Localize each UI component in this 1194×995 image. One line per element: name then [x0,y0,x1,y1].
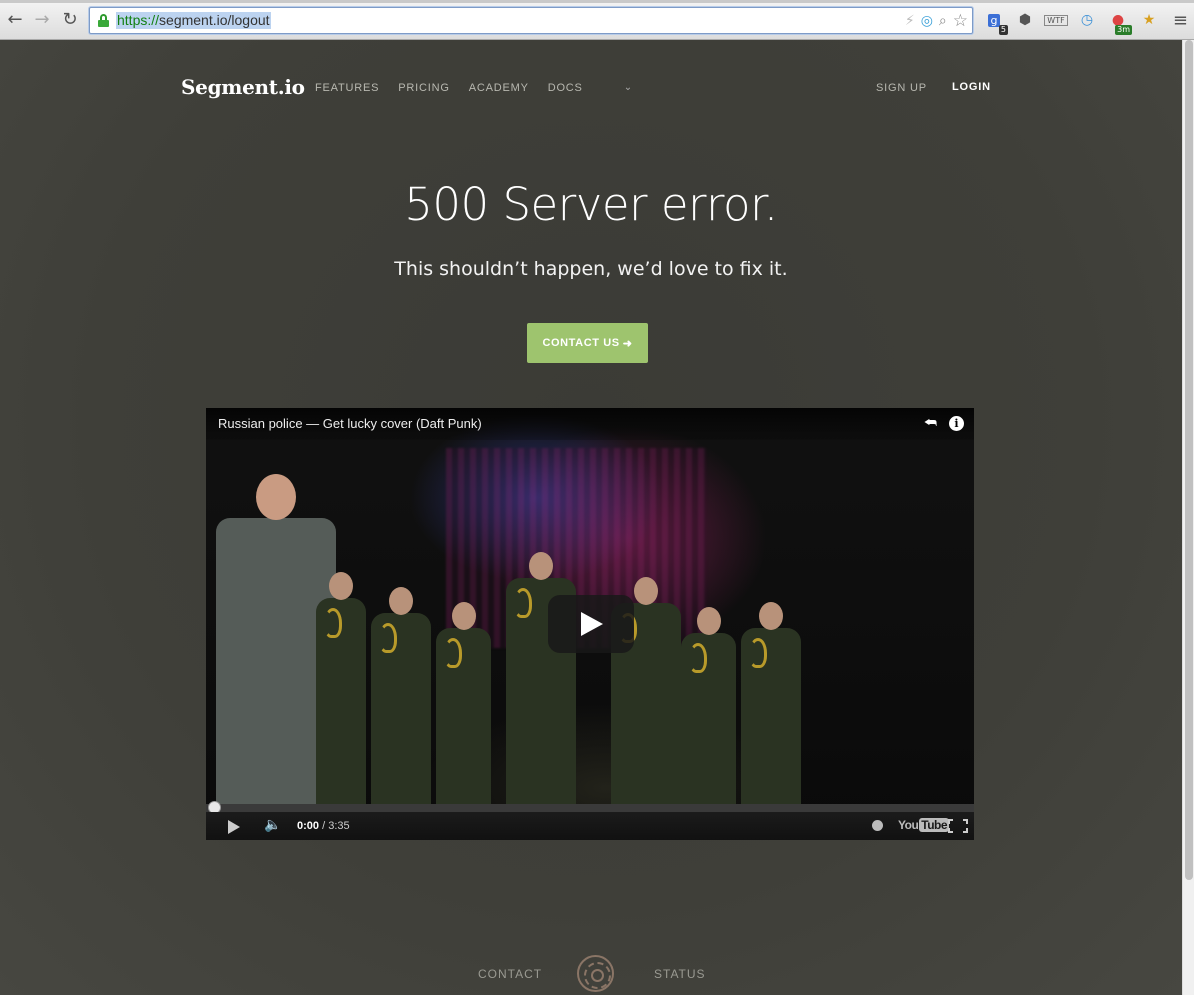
extension-wtf-icon[interactable]: WTF [1044,9,1068,31]
address-bar[interactable]: https://segment.io/logout ⚡ ◎ ⌕ ☆ [89,7,973,34]
extension-globe-icon[interactable]: ● 3m [1107,9,1132,35]
forward-button[interactable]: → [31,10,53,30]
main-nav: FEATURES PRICING ACADEMY DOCS ⌄ [315,82,633,94]
video-controls: 🔈 0:00 / 3:35 You Tube [206,812,974,840]
share-icon[interactable]: ⮪ [924,415,938,431]
footer-status-link[interactable]: STATUS [654,967,706,981]
signup-link[interactable]: SIGN UP [876,82,927,94]
url-text[interactable]: https://segment.io/logout [116,12,271,29]
tab-strip [0,0,1194,3]
menu-icon[interactable]: ≡ [1173,10,1188,31]
lock-icon [98,14,109,27]
lightning-icon[interactable]: ⚡ [905,13,915,29]
omnibox-icons: ⚡ ◎ ⌕ ☆ [905,11,968,31]
extension-star-icon[interactable]: ★ [1138,9,1160,31]
video-title[interactable]: Russian police — Get lucky cover (Daft P… [218,416,482,431]
search-icon[interactable]: ⌕ [939,13,947,29]
back-button[interactable]: ← [4,10,26,30]
extension-compass-icon[interactable]: ◷ [1076,9,1098,31]
contact-us-button[interactable]: CONTACT US ➜ [527,323,648,363]
contact-us-label: CONTACT US [542,337,620,349]
page-title: 500 Server error. [404,178,778,231]
video-player[interactable]: Russian police — Get lucky cover (Daft P… [206,408,974,840]
chevron-down-icon[interactable]: ⌄ [624,82,633,94]
info-icon[interactable]: i [949,416,964,431]
scrollbar-thumb[interactable] [1185,40,1193,880]
page-subtitle: This shouldn’t happen, we’d love to fix … [394,258,788,280]
arrow-right-icon: ➜ [622,337,633,350]
video-time: 0:00 / 3:35 [297,820,350,832]
youtube-logo[interactable]: You Tube [898,818,950,832]
browser-toolbar: ← → ↻ https://segment.io/logout ⚡ ◎ ⌕ ☆ … [0,0,1194,40]
footer-contact-link[interactable]: CONTACT [478,967,542,981]
nav-academy[interactable]: ACADEMY [469,82,529,94]
star-icon[interactable]: ☆ [953,11,968,31]
play-button[interactable] [228,820,240,834]
play-icon [581,612,603,636]
extension-hex-icon[interactable]: ⬢ [1014,9,1036,31]
volume-icon[interactable]: 🔈 [264,817,281,833]
fullscreen-icon[interactable] [948,819,968,833]
logo[interactable]: Segment.io [181,75,305,99]
login-link[interactable]: LOGIN [952,81,991,93]
emblem-logo-icon [577,955,614,992]
video-progress-bar[interactable] [206,801,974,814]
page: Segment.io FEATURES PRICING ACADEMY DOCS… [0,40,1182,995]
ring-icon[interactable]: ◎ [921,13,933,29]
video-title-bar: Russian police — Get lucky cover (Daft P… [206,408,974,440]
watch-later-icon[interactable] [872,820,883,831]
reload-button[interactable]: ↻ [59,10,81,30]
big-play-button[interactable] [548,595,634,653]
extension-g-icon[interactable]: g5 [983,9,1008,35]
nav-docs[interactable]: DOCS [548,82,583,94]
nav-features[interactable]: FEATURES [315,82,379,94]
scrollbar[interactable] [1182,40,1194,995]
nav-pricing[interactable]: PRICING [398,82,449,94]
extensions-bar: g5 ⬢ WTF ◷ ● 3m ★ [983,9,1160,35]
